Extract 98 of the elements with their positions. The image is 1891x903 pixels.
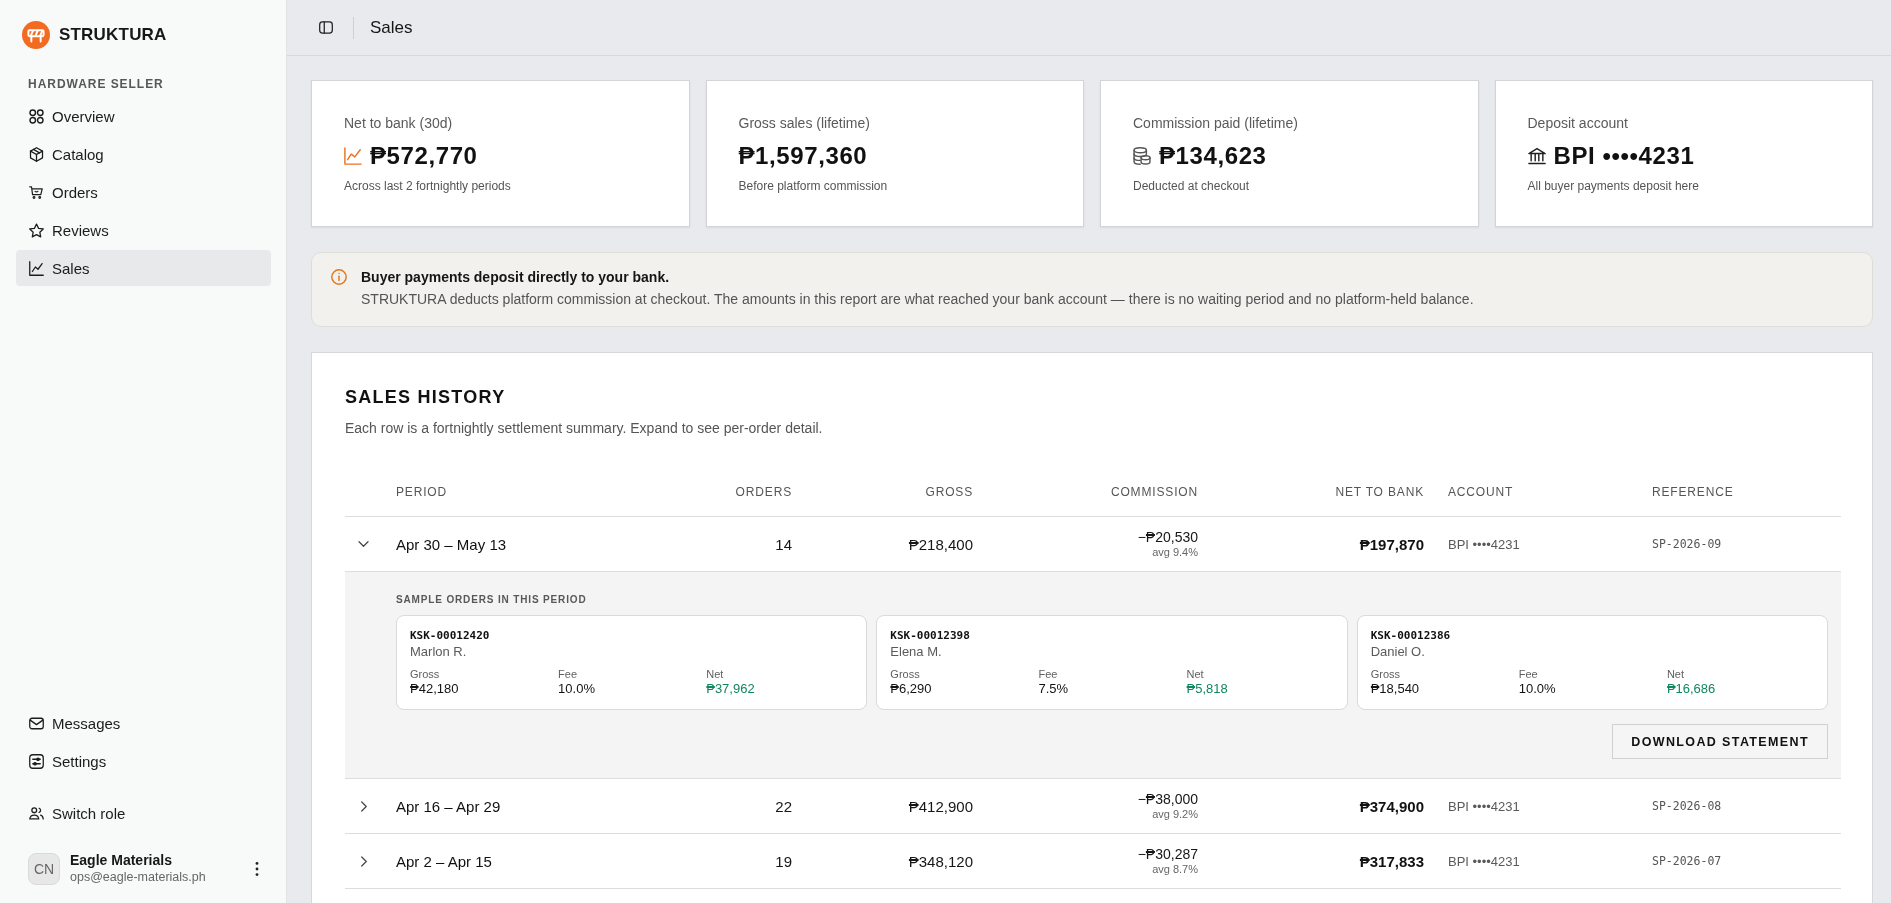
grid-icon — [29, 108, 44, 124]
buyer-name: Daniel O. — [1370, 644, 1425, 660]
more-icon[interactable] — [255, 861, 259, 876]
field-label: Net — [1666, 667, 1684, 681]
commission-rate: avg 9.2% — [1152, 808, 1198, 821]
panel-icon[interactable] — [319, 21, 333, 34]
table-cell: SP-2026-07 — [1652, 854, 1722, 868]
box-icon — [29, 146, 44, 162]
table-cell: BPI ••••4231 — [1448, 798, 1520, 814]
line-chart-icon — [29, 260, 44, 276]
column-header: NET TO BANK — [1335, 485, 1424, 499]
field-value: ₱18,540 — [1370, 681, 1420, 697]
chevron-right-icon[interactable] — [361, 855, 367, 867]
table-cell: 22 — [775, 797, 792, 815]
column-header: COMMISSION — [1110, 485, 1198, 499]
period-cell: Apr 2 – Apr 15 — [396, 852, 492, 870]
field-value: ₱42,180 — [410, 681, 459, 697]
field-label: Gross — [410, 667, 440, 681]
stat-note: Across last 2 fortnightly periods — [344, 179, 511, 193]
brand-name: STRUKTURA — [59, 25, 167, 45]
stat-label: Deposit account — [1527, 115, 1628, 131]
column-header: ACCOUNT — [1448, 485, 1514, 499]
order-id: KSK-00012398 — [890, 628, 970, 644]
stat-value: ₱1,597,360 — [738, 142, 868, 170]
order-id: KSK-00012420 — [410, 628, 490, 644]
notice-text: STRUKTURA deducts platform commission at checkout. The amounts in this report are what reached your bank account — there is no waiting period and no platform-held balance. — [361, 290, 1474, 309]
users-icon — [29, 805, 44, 821]
user-name: Eagle Materials — [70, 852, 172, 869]
net-amount: ₱374,900 — [1359, 797, 1424, 815]
period-cell: Apr 16 – Apr 29 — [396, 797, 501, 815]
field-value: 10.0% — [558, 681, 595, 697]
chevron-down-icon[interactable] — [358, 541, 369, 547]
avatar: CN — [28, 852, 60, 885]
column-header: ORDERS — [735, 485, 792, 499]
table-cell: BPI ••••4231 — [1448, 853, 1520, 869]
stat-value: ₱572,770 — [370, 142, 478, 170]
field-label: Net — [706, 667, 724, 681]
net-amount: ₱16,686 — [1666, 681, 1716, 697]
user-email: ops@eagle-materials.ph — [70, 869, 206, 885]
settings-icon — [29, 753, 44, 769]
notice-title: Buyer payments deposit directly to your bank. — [361, 268, 670, 287]
field-label: Fee — [1038, 667, 1058, 681]
cart-icon — [29, 184, 44, 200]
table-cell: SP-2026-08 — [1652, 799, 1722, 813]
chevron-right-icon[interactable] — [361, 800, 367, 812]
table-cell: BPI ••••4231 — [1448, 536, 1520, 552]
logo-icon — [22, 21, 50, 49]
net-amount: ₱5,818 — [1186, 681, 1228, 697]
detail-heading: SAMPLE ORDERS IN THIS PERIOD — [396, 594, 587, 605]
table-cell: SP-2026-09 — [1652, 537, 1722, 551]
net-amount: ₱317,833 — [1359, 852, 1424, 870]
field-label: Net — [1186, 667, 1204, 681]
field-label: Fee — [558, 667, 578, 681]
stat-value: BPI ••••4231 — [1553, 142, 1695, 170]
commission-rate: avg 9.4% — [1152, 546, 1198, 559]
stat-label: Net to bank (30d) — [344, 115, 453, 131]
column-header: GROSS — [925, 485, 973, 499]
period-cell: Apr 30 – May 13 — [396, 535, 507, 553]
column-header: REFERENCE — [1652, 485, 1734, 499]
stat-note: Before platform commission — [738, 179, 888, 193]
field-value: 7.5% — [1038, 681, 1069, 697]
page-title: Sales — [370, 17, 413, 38]
table-cell: 19 — [775, 852, 792, 870]
download-button[interactable]: DOWNLOAD STATEMENT — [1612, 724, 1828, 759]
order-id: KSK-00012386 — [1370, 628, 1451, 644]
buyer-name: Marlon R. — [410, 644, 467, 660]
table-cell: ₱218,400 — [908, 535, 973, 553]
stat-note: Deducted at checkout — [1133, 179, 1250, 193]
stat-label: Gross sales (lifetime) — [738, 115, 870, 131]
sidebar-item[interactable]: Sales — [16, 250, 271, 286]
line-chart-icon — [344, 147, 362, 165]
coins-icon — [1133, 147, 1151, 165]
stat-label: Commission paid (lifetime) — [1133, 115, 1298, 131]
commission-amount: −₱30,287 — [1137, 846, 1198, 863]
section-title: SALES HISTORY — [345, 387, 506, 407]
field-label: Fee — [1518, 667, 1538, 681]
commission-amount: −₱38,000 — [1137, 791, 1198, 808]
column-header: PERIOD — [396, 485, 448, 499]
table-cell: 14 — [775, 535, 792, 553]
field-label: Gross — [890, 667, 920, 681]
net-amount: ₱37,962 — [706, 681, 755, 697]
section-heading: HARDWARE SELLER — [28, 76, 164, 92]
stat-note: All buyer payments deposit here — [1527, 179, 1699, 193]
table-cell: ₱412,900 — [908, 797, 973, 815]
stat-value: ₱134,623 — [1159, 142, 1267, 170]
field-label: Gross — [1370, 667, 1400, 681]
field-value: ₱6,290 — [890, 681, 932, 697]
buyer-name: Elena M. — [890, 644, 942, 660]
bank-icon — [1527, 147, 1546, 165]
star-icon — [29, 222, 44, 238]
table-cell: ₱348,120 — [908, 852, 973, 870]
info-icon — [331, 269, 347, 285]
mail-icon — [29, 715, 44, 731]
field-value: 10.0% — [1518, 681, 1556, 697]
section-subtitle: Each row is a fortnightly settlement summary. Expand to see per-order detail. — [345, 420, 823, 436]
net-amount: ₱197,870 — [1359, 535, 1424, 553]
commission-rate: avg 8.7% — [1152, 863, 1198, 876]
commission-amount: −₱20,530 — [1137, 529, 1198, 546]
